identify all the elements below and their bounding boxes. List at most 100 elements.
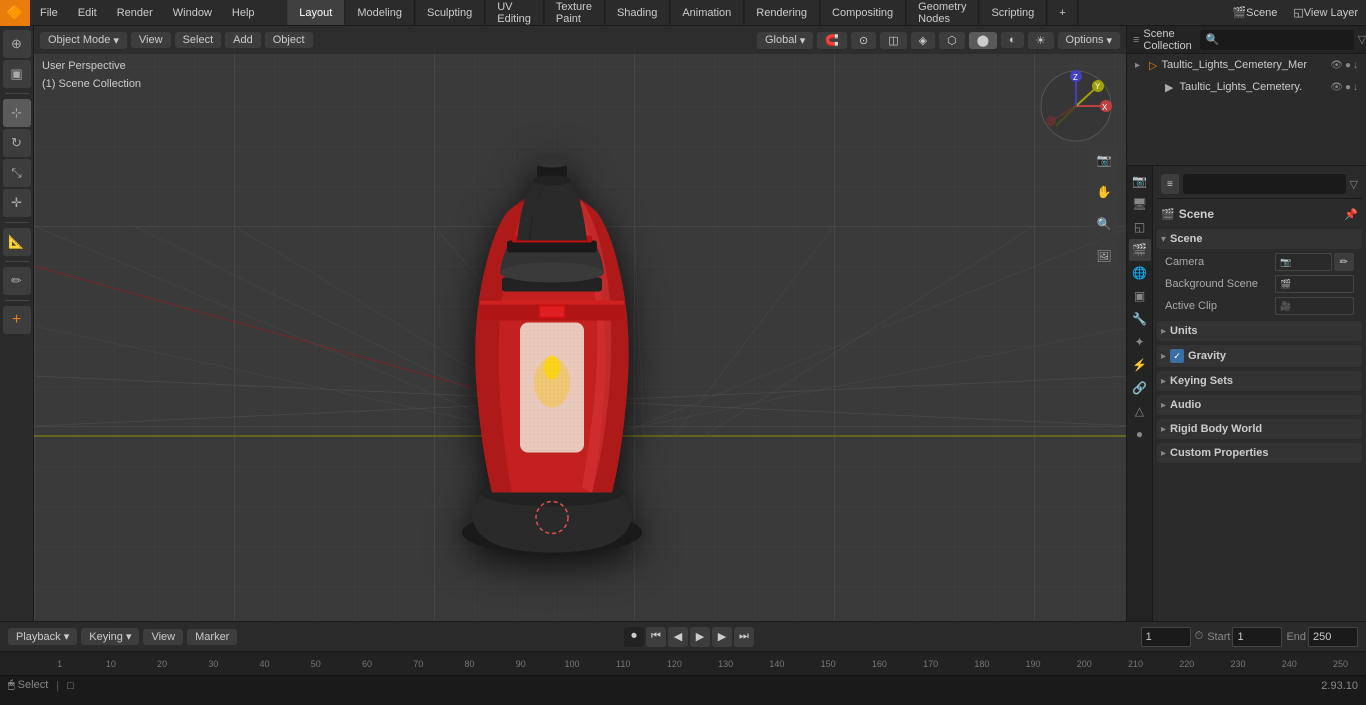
- outliner-search-input[interactable]: [1200, 30, 1354, 50]
- outliner-filter-icon[interactable]: ▽: [1358, 33, 1366, 46]
- keying-sets-header[interactable]: ▸ Keying Sets: [1157, 371, 1362, 391]
- render-icon-0[interactable]: ●: [1345, 60, 1351, 71]
- current-frame-input[interactable]: [1141, 627, 1191, 647]
- menu-render[interactable]: Render: [107, 0, 163, 25]
- camera-field[interactable]: 📷: [1275, 253, 1332, 271]
- navigation-gizmo[interactable]: X Y Z: [1036, 66, 1116, 146]
- audio-section-header[interactable]: ▸ Audio: [1157, 395, 1362, 415]
- tab-add[interactable]: +: [1047, 0, 1078, 25]
- view-menu-btn[interactable]: View: [131, 32, 171, 48]
- select-menu-btn[interactable]: Select: [175, 32, 222, 48]
- select-tool-btn[interactable]: ▣: [3, 60, 31, 88]
- scene-section-header[interactable]: ▾ Scene: [1157, 229, 1362, 249]
- data-props-icon[interactable]: △: [1129, 400, 1151, 422]
- active-clip-field[interactable]: 🎥: [1275, 297, 1354, 315]
- custom-props-header[interactable]: ▸ Custom Properties: [1157, 443, 1362, 463]
- pan-view-btn[interactable]: ✋: [1090, 178, 1118, 206]
- menu-edit[interactable]: Edit: [68, 0, 107, 25]
- jump-end-btn[interactable]: ⏭: [734, 627, 754, 647]
- material-props-icon[interactable]: ●: [1129, 423, 1151, 445]
- tab-uv-editing[interactable]: UV Editing: [485, 0, 544, 25]
- tab-sculpting[interactable]: Sculpting: [415, 0, 485, 25]
- rendered-mode-btn[interactable]: ☀: [1028, 32, 1054, 49]
- options-btn[interactable]: Options ▾: [1058, 32, 1120, 49]
- measure-tool-btn[interactable]: 📐: [3, 228, 31, 256]
- props-search-input[interactable]: [1183, 174, 1346, 194]
- tab-modeling[interactable]: Modeling: [345, 0, 415, 25]
- render-props-icon[interactable]: 📷: [1129, 170, 1151, 192]
- snap-btn[interactable]: 🧲: [817, 32, 847, 49]
- lookdev-mode-btn[interactable]: ◐: [1001, 32, 1024, 48]
- visibility-icon-0[interactable]: 👁: [1330, 60, 1343, 71]
- playback-menu[interactable]: Playback ▾: [8, 628, 77, 645]
- output-props-icon[interactable]: 🖥: [1129, 193, 1151, 215]
- render-icon-1[interactable]: ●: [1345, 82, 1351, 93]
- viewport-3d[interactable]: Object Mode ▾ View Select Add Object Glo…: [34, 26, 1126, 621]
- scale-tool-btn[interactable]: ⤡: [3, 159, 31, 187]
- units-section-header[interactable]: ▸ Units: [1157, 321, 1362, 341]
- gravity-checkbox[interactable]: ✓: [1170, 349, 1184, 363]
- add-menu-btn[interactable]: Add: [225, 32, 261, 48]
- cursor-tool-btn[interactable]: ⊕: [3, 30, 31, 58]
- marker-menu[interactable]: Marker: [187, 629, 237, 645]
- tab-scripting[interactable]: Scripting: [979, 0, 1047, 25]
- toggle-view-btn[interactable]: 🖼: [1090, 242, 1118, 270]
- solid-mode-btn[interactable]: ⬤: [969, 32, 997, 49]
- outliner-item-0[interactable]: ▸ ▷ Taultic_Lights_Cemetery_Mer 👁 ● ↓: [1127, 54, 1366, 76]
- add-mesh-btn[interactable]: +: [3, 306, 31, 334]
- view-layer-props-icon[interactable]: ◱: [1129, 216, 1151, 238]
- tab-geometry-nodes[interactable]: Geometry Nodes: [906, 0, 979, 25]
- physics-props-icon[interactable]: ⚡: [1129, 354, 1151, 376]
- proportional-btn[interactable]: ⊙: [851, 32, 876, 49]
- object-props-icon[interactable]: ▣: [1129, 285, 1151, 307]
- background-scene-field[interactable]: 🎬: [1275, 275, 1354, 293]
- record-btn[interactable]: ⏺: [624, 627, 644, 647]
- scene-props-icon[interactable]: 🎬: [1129, 239, 1151, 261]
- start-frame-input[interactable]: [1232, 627, 1282, 647]
- gravity-section-header[interactable]: ▸ ✓ Gravity: [1157, 345, 1362, 367]
- tab-shading[interactable]: Shading: [605, 0, 670, 25]
- object-mode-dropdown[interactable]: Object Mode ▾: [40, 32, 127, 49]
- menu-file[interactable]: File: [30, 0, 68, 25]
- xray-btn[interactable]: ◈: [911, 32, 935, 49]
- scene-pin-icon[interactable]: 📌: [1344, 208, 1358, 221]
- play-pause-btn[interactable]: ▶: [690, 627, 710, 647]
- camera-edit-btn[interactable]: ✏: [1334, 253, 1354, 271]
- tab-animation[interactable]: Animation: [670, 0, 744, 25]
- global-dropdown[interactable]: Global ▾: [757, 32, 813, 49]
- jump-start-btn[interactable]: ⏮: [646, 627, 666, 647]
- props-dropdown-btn[interactable]: ≡: [1161, 174, 1179, 194]
- end-frame-input[interactable]: [1308, 627, 1358, 647]
- object-menu-btn[interactable]: Object: [265, 32, 313, 48]
- modifier-props-icon[interactable]: 🔧: [1129, 308, 1151, 330]
- zoom-view-btn[interactable]: 🔍: [1090, 210, 1118, 238]
- tab-layout[interactable]: Layout: [287, 0, 345, 25]
- move-tool-btn[interactable]: ⊹: [3, 99, 31, 127]
- tab-texture-paint[interactable]: Texture Paint: [544, 0, 605, 25]
- particles-props-icon[interactable]: ✦: [1129, 331, 1151, 353]
- keying-menu[interactable]: Keying ▾: [81, 628, 139, 645]
- outliner-item-1[interactable]: ▶ Taultic_Lights_Cemetery. 👁 ● ↓: [1127, 76, 1366, 98]
- next-frame-btn[interactable]: ▶: [712, 627, 732, 647]
- menu-window[interactable]: Window: [163, 0, 222, 25]
- visibility-icon-1[interactable]: 👁: [1330, 82, 1343, 93]
- frame-ruler[interactable]: 1 10 20 30 40 50 60 70 80 90 100 110 120…: [0, 651, 1366, 675]
- select-icon-1[interactable]: ↓: [1353, 82, 1358, 93]
- constraints-props-icon[interactable]: 🔗: [1129, 377, 1151, 399]
- annotate-tool-btn[interactable]: ✏: [3, 267, 31, 295]
- menu-help[interactable]: Help: [222, 0, 265, 25]
- select-icon-0[interactable]: ↓: [1353, 60, 1358, 71]
- props-filter-btn[interactable]: ▽: [1350, 178, 1358, 191]
- camera-view-btn[interactable]: 📷: [1090, 146, 1118, 174]
- wireframe-mode-btn[interactable]: ⬡: [939, 32, 965, 49]
- world-props-icon[interactable]: 🌐: [1129, 262, 1151, 284]
- rotate-tool-btn[interactable]: ↻: [3, 129, 31, 157]
- view-layer-selector[interactable]: ◱ View Layer: [1285, 0, 1366, 25]
- tab-compositing[interactable]: Compositing: [820, 0, 906, 25]
- transform-tool-btn[interactable]: ✛: [3, 189, 31, 217]
- tab-rendering[interactable]: Rendering: [744, 0, 820, 25]
- rigid-body-header[interactable]: ▸ Rigid Body World: [1157, 419, 1362, 439]
- scene-selector[interactable]: 🎬 Scene: [1224, 0, 1285, 25]
- overlay-btn[interactable]: ◫: [880, 32, 906, 49]
- view-menu[interactable]: View: [143, 629, 183, 645]
